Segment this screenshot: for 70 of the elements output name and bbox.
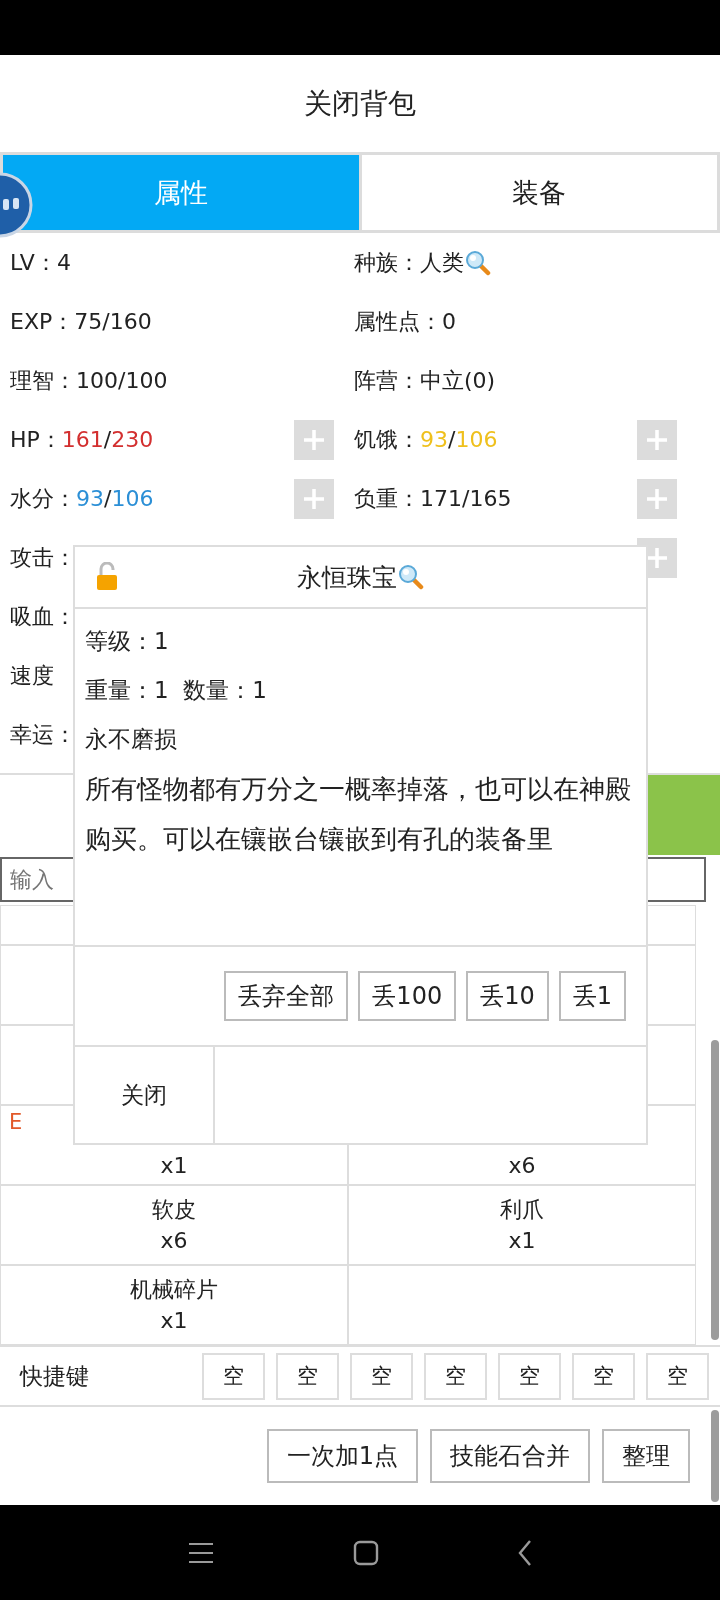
add-button[interactable]	[637, 419, 677, 460]
menu-icon[interactable]	[186, 1540, 216, 1565]
stat-value: 4	[56, 250, 71, 275]
stat-label: 阵营：	[354, 366, 420, 395]
action-button[interactable]: 技能石合并	[430, 1429, 590, 1483]
stat-value: 100/100	[76, 368, 168, 393]
stat-value: 161/230	[61, 427, 154, 452]
shortcut-slot[interactable]: 空	[572, 1352, 635, 1400]
stat-label: 属性点：	[354, 307, 442, 336]
add-button[interactable]	[294, 419, 334, 460]
item-count: x1	[160, 1307, 188, 1335]
item-property: 等级：1	[85, 627, 170, 656]
stat-label: LV：	[10, 248, 57, 277]
shortcut-slot[interactable]: 空	[646, 1352, 709, 1400]
stat-label: 速度	[10, 661, 54, 690]
stat-value: 93/106	[76, 486, 154, 511]
item-count: x6	[508, 1152, 536, 1180]
item-cell[interactable]: 机械碎片 x1	[0, 1265, 348, 1345]
shortcut-slot[interactable]: 空	[350, 1352, 413, 1400]
back-icon[interactable]	[516, 1538, 534, 1567]
plus-icon	[302, 486, 326, 511]
action-button[interactable]: 整理	[602, 1429, 690, 1483]
drop-button[interactable]: 丢1	[558, 971, 626, 1021]
add-button[interactable]	[637, 478, 677, 519]
drop-button[interactable]: 丢10	[466, 971, 549, 1021]
stat-label: 攻击：	[10, 543, 76, 572]
stat-value: 中立(0)	[420, 366, 496, 395]
stat-label: 理智：	[10, 366, 76, 395]
item-count: x1	[508, 1227, 536, 1255]
shortcut-label: 快捷键	[20, 1361, 90, 1391]
add-button[interactable]	[294, 478, 334, 519]
grade-tag: E	[9, 1110, 23, 1134]
item-cell[interactable]: 利爪 x1	[348, 1185, 696, 1265]
item-name: 机械碎片	[130, 1276, 218, 1304]
stat-value: 171/165	[420, 486, 512, 511]
plus-icon	[645, 427, 669, 452]
item-property: 重量：1 数量：1	[85, 676, 268, 705]
home-icon[interactable]	[353, 1539, 379, 1566]
stat-label: HP：	[10, 425, 62, 454]
stat-label: 水分：	[10, 484, 76, 513]
shortcut-slot[interactable]: 空	[276, 1352, 339, 1400]
close-bag-button[interactable]: 关闭背包	[294, 80, 426, 127]
dialog-title: 永恒珠宝	[297, 561, 397, 594]
item-count: x1	[160, 1152, 188, 1180]
plus-icon	[302, 427, 326, 452]
item-property: 永不磨损	[85, 725, 178, 754]
stat-value: 人类	[420, 248, 464, 277]
drop-button[interactable]: 丢100	[358, 971, 457, 1021]
stat-value: 0	[442, 309, 456, 334]
shortcut-slot[interactable]: 空	[424, 1352, 487, 1400]
item-cell[interactable]: 软皮 x6	[0, 1185, 348, 1265]
item-name: 软皮	[152, 1196, 196, 1224]
drop-button[interactable]: 丢弃全部	[224, 971, 349, 1021]
stat-value: 93/106	[420, 427, 498, 452]
item-count: x6	[160, 1227, 188, 1255]
action-button[interactable]: 一次加1点	[266, 1429, 418, 1483]
stat-label: 负重：	[354, 484, 420, 513]
shortcut-slot[interactable]: 空	[498, 1352, 561, 1400]
stat-value: 75/160	[74, 309, 152, 334]
stat-label: 饥饿：	[354, 425, 420, 454]
item-name: 利爪	[500, 1196, 544, 1224]
plus-icon	[645, 486, 669, 511]
stat-label: EXP：	[10, 307, 75, 336]
shortcut-slot[interactable]: 空	[202, 1352, 265, 1400]
stat-label: 幸运：	[10, 720, 76, 749]
stat-label: 吸血：	[10, 602, 76, 631]
item-description: 所有怪物都有万分之一概率掉落，也可以在神殿购买。可以在镶嵌台镶嵌到有孔的装备里	[85, 773, 632, 856]
stat-label: 种族：	[354, 248, 420, 277]
category-tab[interactable]	[648, 775, 720, 855]
item-cell[interactable]	[348, 1265, 696, 1345]
